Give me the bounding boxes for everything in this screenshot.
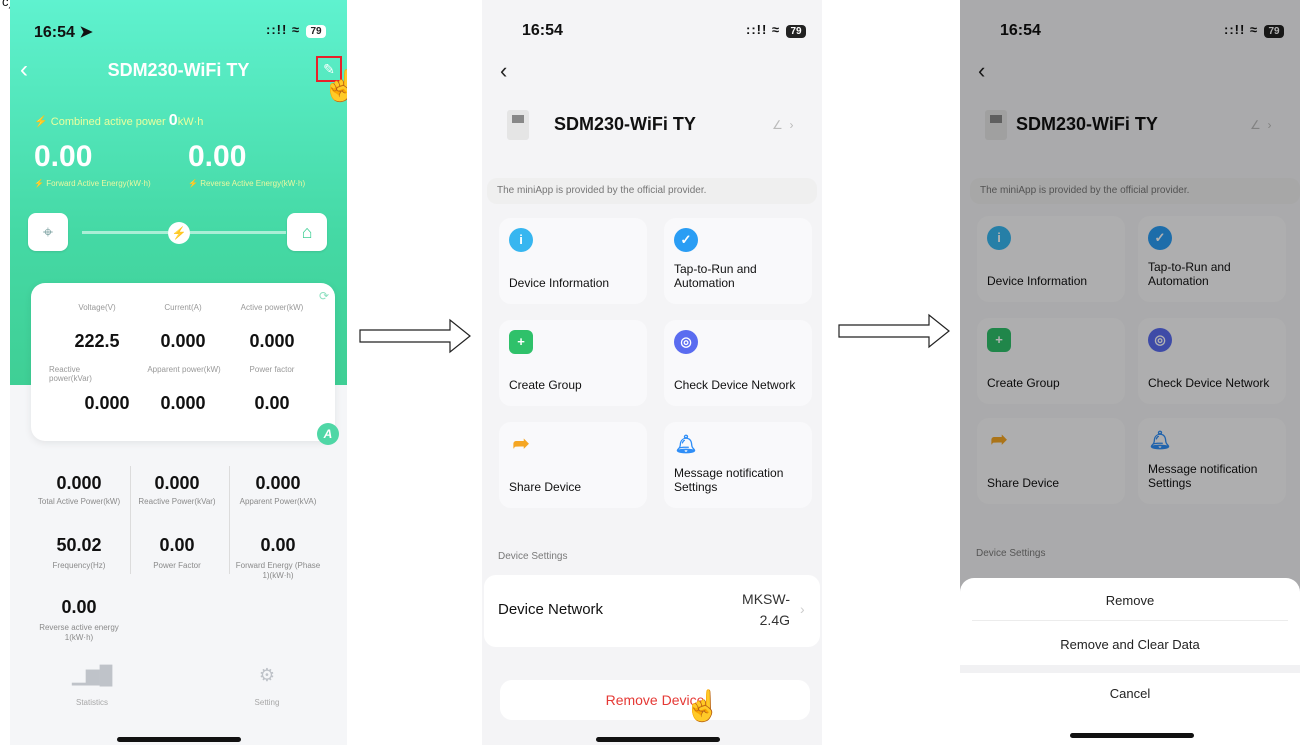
power-tower-icon: ⌖ (28, 213, 68, 251)
grid-value: 0.000 (154, 473, 200, 493)
back-button[interactable]: ‹ (500, 58, 507, 84)
grid-label: Forward Energy (Phase 1)(kW·h) (235, 561, 321, 580)
grid-value: 0.000 (56, 473, 102, 493)
grid-label: Frequency(Hz) (52, 561, 106, 570)
remove-and-clear-data-option[interactable]: Remove and Clear Data (960, 637, 1300, 652)
phone-screen-remove-sheet: 16:54 ::!! ≈ 79 ‹ SDM230-WiFi TY ∠ › The… (960, 0, 1300, 745)
status-bar: 16:54 ➤ ::!! ≈ 79 (34, 22, 334, 42)
device-network-value: MKSW- 2.4G (742, 591, 790, 628)
flow-line-right (190, 231, 286, 234)
device-name: SDM230-WiFi TY (554, 114, 696, 134)
grid-value: 0.000 (255, 473, 301, 493)
status-time: 16:54 (522, 22, 563, 39)
tile-share-device[interactable]: ➦ Share Device (499, 422, 647, 508)
remove-option[interactable]: Remove (960, 593, 1300, 608)
phone-screen-device-menu: 16:54 ::!! ≈ 79 ‹ SDM230-WiFi TY ∠ › The… (482, 0, 822, 745)
phase-a-badge[interactable]: A (317, 423, 339, 445)
pencil-icon: ∠ (772, 118, 783, 132)
page-title: SDM230-WiFi TY (107, 60, 250, 80)
provider-note: The miniApp is provided by the official … (487, 178, 817, 204)
meter-device-icon (507, 110, 529, 140)
tab-setting[interactable]: Setting (237, 698, 297, 707)
grid-label: Total Active Power(kW) (37, 497, 121, 506)
signal-wifi-icon: ::!! ≈ (746, 22, 781, 37)
info-icon: i (509, 228, 533, 252)
hand-cursor-icon: ☝ (322, 70, 347, 103)
home-indicator (596, 737, 720, 742)
check-shield-icon: ✓ (674, 228, 698, 252)
network-icon: ◎ (674, 330, 698, 354)
combined-power: ⚡ Combined active power 0kW·h (34, 112, 204, 129)
action-sheet: Remove Remove and Clear Data Cancel (960, 578, 1300, 745)
bar-chart-icon[interactable]: ▁▆█ (72, 665, 112, 686)
power-factor-value: 0.00 (254, 393, 290, 413)
status-time: 16:54 ➤ (34, 24, 93, 41)
apparent-power-value: 0.000 (160, 393, 206, 413)
grid-label: Reverse active energy 1(kW·h) (39, 623, 119, 642)
chevron-right-icon: › (800, 601, 805, 617)
realtime-card: ⟳ Voltage(V) Current(A) Active power(kW)… (31, 283, 339, 445)
bell-icon: 🔔︎ (674, 434, 698, 454)
flow-arrow-1 (359, 318, 471, 354)
hand-cursor-icon: ☝ (684, 690, 722, 723)
home-indicator (1070, 733, 1194, 738)
grid-value: 0.00 (159, 535, 195, 555)
grid-value: 0.00 (61, 597, 97, 617)
device-network-row[interactable]: Device Network MKSW- 2.4G › (484, 575, 820, 647)
edit-name-button[interactable]: ∠ › (772, 118, 793, 132)
voltage-value: 222.5 (74, 331, 120, 351)
grid-value: 50.02 (56, 535, 102, 555)
battery-icon: 79 (786, 25, 806, 39)
gear-icon[interactable]: ⚙ (247, 665, 287, 686)
remove-device-button[interactable]: Remove Device (500, 680, 810, 720)
flow-arrow-2 (838, 313, 950, 349)
flow-line-left (82, 231, 168, 234)
house-icon: ⌂ (287, 213, 327, 251)
tile-check-network[interactable]: ◎ Check Device Network (664, 320, 812, 406)
device-network-label: Device Network (498, 601, 604, 618)
phone-screen-device-dashboard: 16:54 ➤ ::!! ≈ 79 ‹ SDM230-WiFi TY ✎ ☝ ⚡… (10, 0, 347, 745)
lightning-icon: ⚡ (34, 116, 48, 128)
current-value: 0.000 (160, 331, 206, 351)
reactive-power-value: 0.000 (84, 393, 130, 413)
share-icon: ➦ (512, 433, 530, 455)
forward-energy-label: ⚡ Forward Active Energy(kW·h) (34, 179, 151, 188)
grid-value: 0.00 (260, 535, 296, 555)
grid-label: Reactive Power(kVar) (138, 497, 216, 506)
chevron-right-icon: › (789, 118, 794, 132)
active-power-value: 0.000 (249, 331, 295, 351)
tile-create-group[interactable]: + Create Group (499, 320, 647, 406)
reverse-energy-value: 0.00 (188, 140, 247, 173)
group-icon: + (509, 330, 533, 354)
cancel-option[interactable]: Cancel (960, 686, 1300, 701)
tab-statistics[interactable]: Statistics (62, 698, 122, 707)
tile-message-notification[interactable]: 🔔︎ Message notification Settings (664, 422, 812, 508)
grid-label: Apparent Power(kVA) (239, 497, 317, 506)
flow-lightning-icon: ⚡ (168, 222, 190, 244)
refresh-icon[interactable]: ⟳ (319, 289, 329, 303)
section-device-settings: Device Settings (498, 551, 568, 562)
tile-device-information[interactable]: i Device Information (499, 218, 647, 304)
tile-tap-to-run[interactable]: ✓ Tap-to-Run and Automation (664, 218, 812, 304)
battery-icon: 79 (306, 25, 326, 39)
reverse-energy-label: ⚡ Reverse Active Energy(kW·h) (188, 179, 306, 188)
home-indicator (117, 737, 241, 742)
signal-wifi-icon: ::!! ≈ (266, 22, 301, 37)
status-bar: 16:54 ::!! ≈ 79 (522, 22, 812, 42)
forward-energy-value: 0.00 (34, 140, 93, 173)
grid-label: Power Factor (153, 561, 201, 570)
